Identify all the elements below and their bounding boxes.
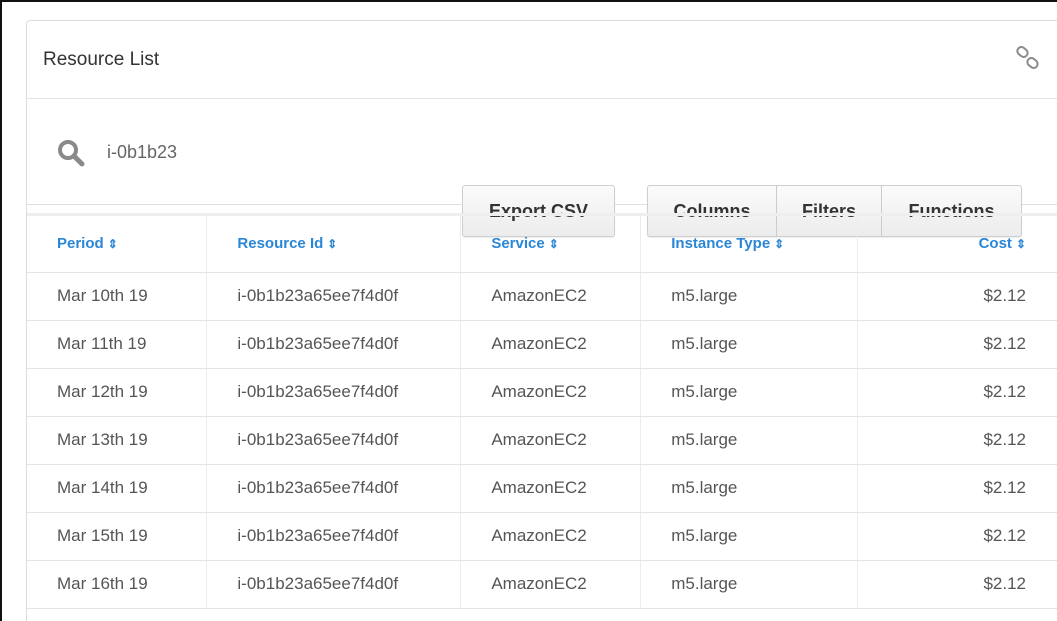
column-header-resource-id[interactable]: Resource Id ⇕ [206, 216, 462, 273]
cell-period: Mar 14th 19 [27, 464, 208, 513]
table-row: Mar 14th 19 i-0b1b23a65ee7f4d0f AmazonEC… [27, 464, 1057, 513]
cell-cost: $2.12 [857, 368, 1057, 417]
column-header-period[interactable]: Period ⇕ [27, 216, 208, 273]
cell-service: AmazonEC2 [460, 464, 642, 513]
sort-icon: ⇕ [327, 237, 338, 252]
cell-resource-id: i-0b1b23a65ee7f4d0f [206, 512, 462, 561]
window-frame: Resource List Export CSV Columns Filters… [0, 0, 1057, 621]
resource-table-container: Period ⇕ Resource Id ⇕ Service ⇕ Instance T… [27, 213, 1057, 609]
column-header-label: Instance Type [671, 235, 771, 253]
cell-instance-type: m5.large [640, 512, 859, 561]
cell-period: Mar 13th 19 [27, 416, 208, 465]
table-row: Mar 15th 19 i-0b1b23a65ee7f4d0f AmazonEC… [27, 512, 1057, 561]
sort-icon: ⇕ [548, 237, 559, 252]
column-header-service[interactable]: Service ⇕ [460, 216, 642, 273]
cell-resource-id: i-0b1b23a65ee7f4d0f [206, 464, 462, 513]
cell-service: AmazonEC2 [460, 368, 642, 417]
cell-period: Mar 10th 19 [27, 272, 208, 321]
cell-service: AmazonEC2 [460, 512, 642, 561]
cell-period: Mar 12th 19 [27, 368, 208, 417]
table-row: Mar 16th 19 i-0b1b23a65ee7f4d0f AmazonEC… [27, 560, 1057, 609]
cell-instance-type: m5.large [640, 272, 859, 321]
column-header-instance-type[interactable]: Instance Type ⇕ [640, 216, 859, 273]
cell-resource-id: i-0b1b23a65ee7f4d0f [206, 416, 462, 465]
cell-period: Mar 11th 19 [27, 320, 208, 369]
table-header-row: Period ⇕ Resource Id ⇕ Service ⇕ Instance T… [27, 216, 1057, 273]
panel-title: Resource List [43, 48, 160, 70]
link-icon[interactable] [1015, 45, 1041, 71]
cell-period: Mar 15th 19 [27, 512, 208, 561]
resource-list-panel: Resource List Export CSV Columns Filters… [26, 20, 1057, 621]
sort-icon: ⇕ [107, 237, 118, 252]
cell-service: AmazonEC2 [460, 416, 642, 465]
cell-cost: $2.12 [857, 464, 1057, 513]
cell-resource-id: i-0b1b23a65ee7f4d0f [206, 560, 462, 609]
cell-cost: $2.12 [857, 272, 1057, 321]
cell-resource-id: i-0b1b23a65ee7f4d0f [206, 272, 462, 321]
table-row: Mar 12th 19 i-0b1b23a65ee7f4d0f AmazonEC… [27, 368, 1057, 417]
panel-header: Resource List [27, 21, 1057, 99]
cell-instance-type: m5.large [640, 320, 859, 369]
cell-cost: $2.12 [857, 560, 1057, 609]
column-header-label: Service [491, 235, 545, 253]
cell-service: AmazonEC2 [460, 560, 642, 609]
cell-period: Mar 16th 19 [27, 560, 208, 609]
cell-cost: $2.12 [857, 320, 1057, 369]
cell-instance-type: m5.large [640, 464, 859, 513]
cell-resource-id: i-0b1b23a65ee7f4d0f [206, 368, 462, 417]
cell-instance-type: m5.large [640, 368, 859, 417]
cell-resource-id: i-0b1b23a65ee7f4d0f [206, 320, 462, 369]
cell-cost: $2.12 [857, 512, 1057, 561]
table-row: Mar 10th 19 i-0b1b23a65ee7f4d0f AmazonEC… [27, 272, 1057, 321]
cell-instance-type: m5.large [640, 560, 859, 609]
cell-instance-type: m5.large [640, 416, 859, 465]
sort-icon: ⇕ [1015, 237, 1026, 252]
table-row: Mar 13th 19 i-0b1b23a65ee7f4d0f AmazonEC… [27, 416, 1057, 465]
column-header-label: Resource Id [237, 235, 324, 253]
sort-icon: ⇕ [774, 237, 785, 252]
search-icon [58, 140, 85, 167]
table-row: Mar 11th 19 i-0b1b23a65ee7f4d0f AmazonEC… [27, 320, 1057, 369]
column-header-cost[interactable]: Cost ⇕ [857, 216, 1057, 273]
column-header-label: Cost [978, 235, 1012, 253]
cell-service: AmazonEC2 [460, 272, 642, 321]
search-input[interactable] [107, 137, 317, 167]
resource-table: Period ⇕ Resource Id ⇕ Service ⇕ Instance T… [27, 216, 1057, 609]
cell-cost: $2.12 [857, 416, 1057, 465]
toolbar: Export CSV Columns Filters Functions [27, 99, 1057, 237]
cell-service: AmazonEC2 [460, 320, 642, 369]
column-header-label: Period [57, 235, 104, 253]
